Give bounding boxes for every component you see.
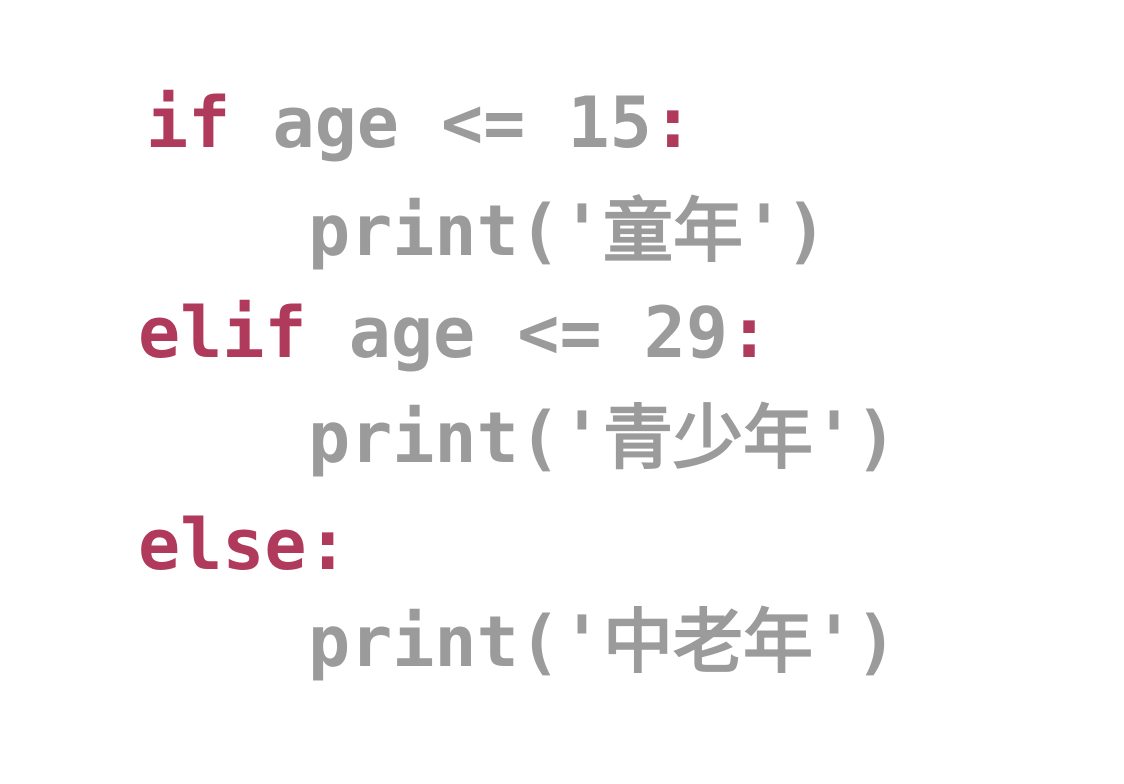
keyword-if: if [146, 82, 231, 164]
condition-text: age <= 15 [230, 82, 652, 164]
condition-text: age <= 29 [306, 292, 729, 374]
code-block: if age <= 15: print('童年') elif age <= 29… [0, 0, 1124, 784]
print-statement: print('青少年') [308, 397, 898, 479]
colon: : [728, 292, 771, 374]
colon: : [651, 82, 694, 164]
print-statement: print('童年') [308, 190, 828, 272]
keyword-else: else [138, 504, 307, 586]
code-line-if: if age <= 15: [146, 78, 694, 168]
code-line-else: else: [138, 500, 349, 590]
code-line-print-childhood: print('童年') [308, 186, 827, 276]
print-statement: print('中老年') [308, 601, 898, 683]
colon: : [306, 504, 349, 586]
code-line-elif: elif age <= 29: [138, 288, 770, 378]
keyword-elif: elif [138, 292, 307, 374]
code-line-print-youth: print('青少年') [308, 393, 897, 483]
code-line-print-elder: print('中老年') [308, 597, 897, 687]
